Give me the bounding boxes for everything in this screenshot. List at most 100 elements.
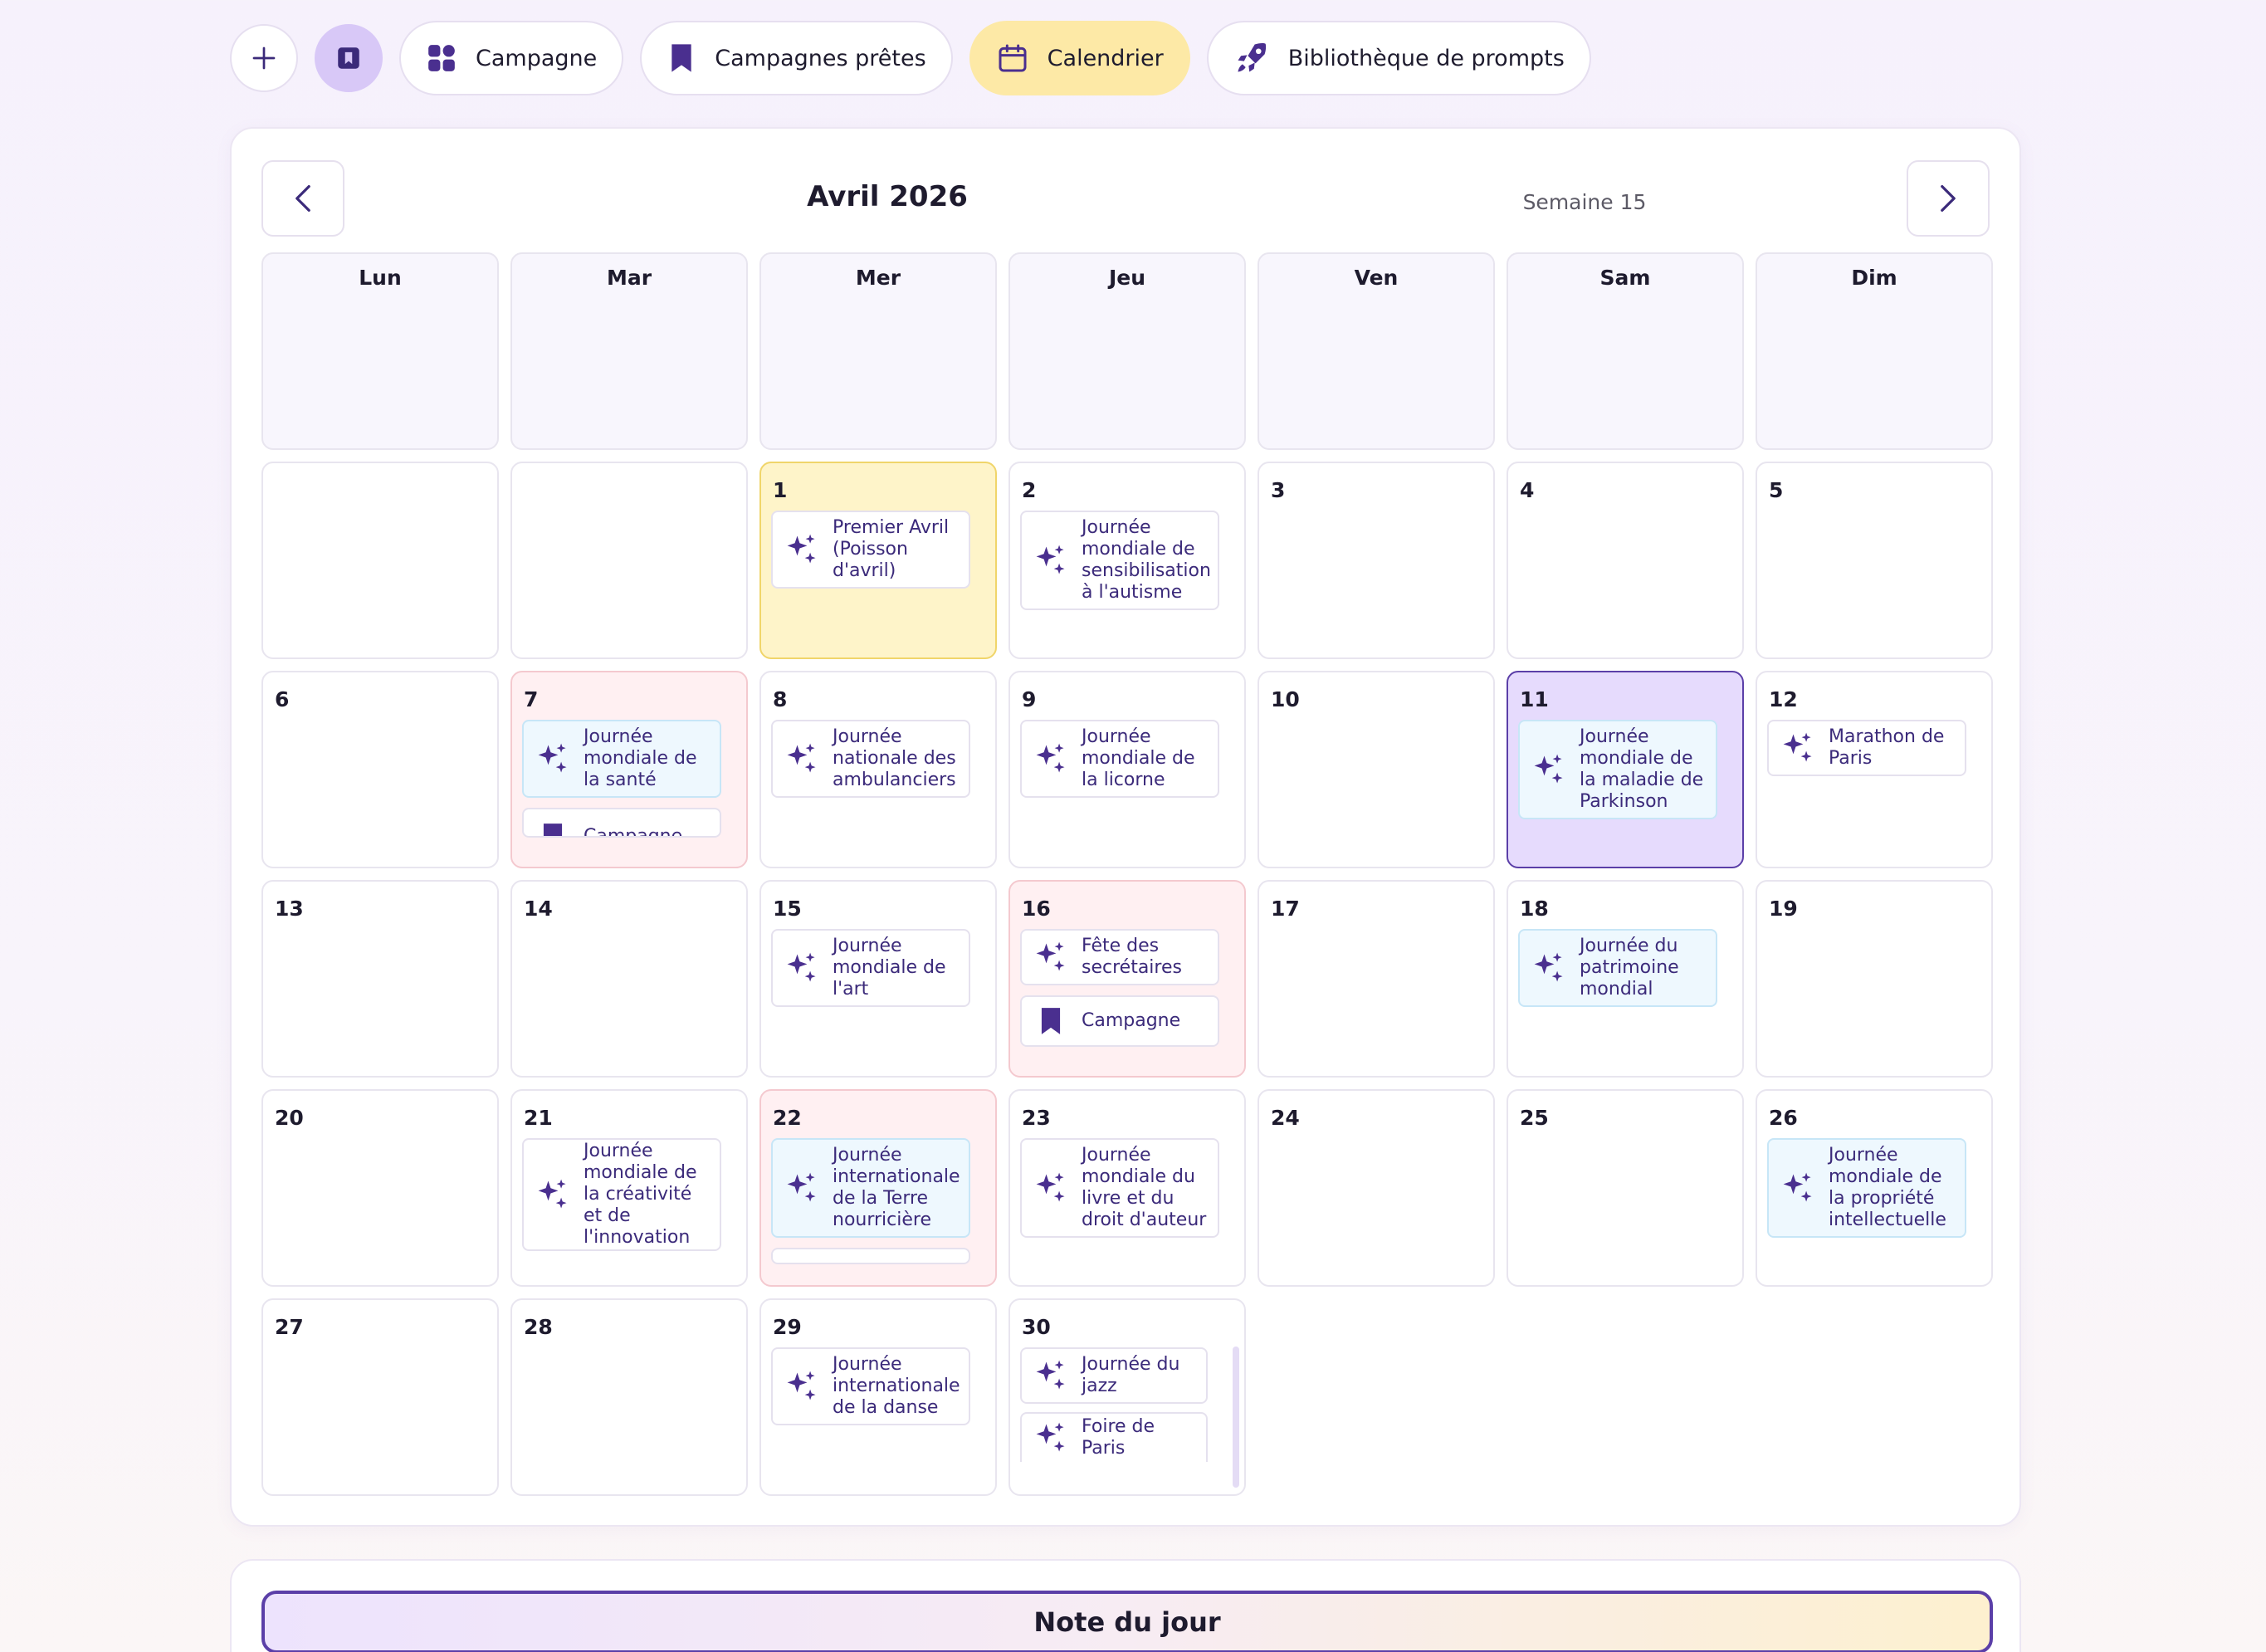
event-item[interactable]: Fête des secrétaires (1020, 929, 1219, 985)
event-label: Journée mondiale de sensibilisation à l'… (1082, 517, 1211, 603)
day-cell-24[interactable]: 24 (1258, 1089, 1495, 1287)
day-cell-7[interactable]: 7 Journée mondiale de la santé Campagne (510, 671, 748, 868)
day-cell-26[interactable]: 26 Journée mondiale de la propriété inte… (1756, 1089, 1993, 1287)
day-cell-25[interactable]: 25 (1507, 1089, 1744, 1287)
day-cell-20[interactable]: 20 (261, 1089, 499, 1287)
day-cell-15[interactable]: 15 Journée mondiale de l'art (759, 880, 997, 1078)
day-cell-6[interactable]: 6 (261, 671, 499, 868)
prompt-library-label: Bibliothèque de prompts (1287, 45, 1565, 71)
sparkles-icon (1032, 740, 1070, 778)
day-number: 14 (524, 897, 553, 921)
day-cell-30[interactable]: 30 Journée du jazz Foire de Paris (1008, 1298, 1246, 1496)
event-item[interactable]: Journée nationale des ambulanciers (771, 720, 970, 798)
campaign-item-hidden[interactable] (771, 1248, 970, 1264)
sparkles-icon (783, 530, 821, 569)
day-cell-12[interactable]: 12 Marathon de Paris (1756, 671, 1993, 868)
ready-campaigns-button[interactable]: Campagnes prêtes (640, 21, 953, 95)
event-item[interactable]: Journée mondiale de la propriété intelle… (1767, 1138, 1966, 1238)
saved-button[interactable] (315, 24, 383, 92)
event-item[interactable]: Journée mondiale de la santé (522, 720, 721, 798)
chevron-left-icon (295, 184, 310, 213)
calendar-button-label: Calendrier (1047, 45, 1164, 71)
day-cell-27[interactable]: 27 (261, 1298, 499, 1496)
note-title: Note du jour (1033, 1606, 1221, 1638)
day-cell-16[interactable]: 16 Fête des secrétaires Campagne (1008, 880, 1246, 1078)
day-cell-17[interactable]: 17 (1258, 880, 1495, 1078)
day-cell-13[interactable]: 13 (261, 880, 499, 1078)
day-number: 21 (524, 1106, 553, 1130)
day-cell-19[interactable]: 19 (1756, 880, 1993, 1078)
sparkles-icon (534, 1175, 572, 1214)
campaign-label: Campagne (1082, 1010, 1181, 1031)
weekday-label: Dim (1851, 266, 1897, 290)
campaign-item[interactable]: Campagne (522, 808, 721, 838)
day-number: 2 (1022, 478, 1037, 502)
day-cell-4[interactable]: 4 (1507, 462, 1744, 659)
campaign-item[interactable]: Campagne (1020, 995, 1219, 1047)
day-cell-3[interactable]: 3 (1258, 462, 1495, 659)
weekday-header-sat: Sam (1507, 252, 1744, 450)
event-item[interactable]: Journée mondiale de la créativité et de … (522, 1138, 721, 1251)
grid-icon (428, 45, 455, 71)
event-item[interactable]: Journée mondiale de l'art (771, 929, 970, 1007)
event-item[interactable]: Premier Avril (Poisson d'avril) (771, 511, 970, 589)
day-number: 1 (773, 478, 788, 502)
next-month-button[interactable] (1907, 160, 1990, 237)
prompt-library-button[interactable]: Bibliothèque de prompts (1206, 21, 1591, 95)
sparkles-icon (1032, 1419, 1070, 1457)
weekday-label: Mer (855, 266, 901, 290)
day-cell-22[interactable]: 22 Journée internationale de la Terre no… (759, 1089, 997, 1287)
event-item[interactable]: Journée mondiale du livre et du droit d'… (1020, 1138, 1219, 1238)
day-cell-2[interactable]: 2 Journée mondiale de sensibilisation à … (1008, 462, 1246, 659)
campaign-button[interactable]: Campagne (399, 21, 624, 95)
event-item[interactable]: Journée internationale de la danse (771, 1347, 970, 1425)
day-cell-11[interactable]: 11 Journée mondiale de la maladie de Par… (1507, 671, 1744, 868)
calendar-button[interactable]: Calendrier (969, 21, 1190, 95)
event-label: Journée mondiale de la santé (584, 726, 697, 790)
day-cell-9[interactable]: 9 Journée mondiale de la licorne (1008, 671, 1246, 868)
event-item[interactable]: Journée internationale de la Terre nourr… (771, 1138, 970, 1238)
sparkles-icon (783, 740, 821, 778)
chevron-right-icon (1941, 184, 1956, 213)
event-label: Fête des secrétaires (1082, 936, 1182, 978)
day-cell-8[interactable]: 8 Journée nationale des ambulanciers (759, 671, 997, 868)
sparkles-icon (534, 740, 572, 778)
event-item[interactable]: Journée mondiale de sensibilisation à l'… (1020, 511, 1219, 610)
day-number: 10 (1271, 687, 1300, 711)
event-item[interactable]: Foire de Paris (1020, 1412, 1208, 1462)
event-item[interactable]: Marathon de Paris (1767, 720, 1966, 776)
event-label: Journée mondiale de la licorne (1082, 726, 1195, 790)
day-cell-5[interactable]: 5 (1756, 462, 1993, 659)
day-number: 7 (524, 687, 539, 711)
event-item[interactable]: Journée mondiale de la licorne (1020, 720, 1219, 798)
event-label: Journée du jazz (1082, 1354, 1180, 1396)
day-cell-21[interactable]: 21 Journée mondiale de la créativité et … (510, 1089, 748, 1287)
day-number: 29 (773, 1315, 802, 1339)
calendar-card: Avril 2026 Semaine 15 Lun Mar Mer Jeu Ve… (230, 127, 2021, 1527)
day-number: 25 (1520, 1106, 1549, 1130)
day-cell-28[interactable]: 28 (510, 1298, 748, 1496)
day-cell-29[interactable]: 29 Journée internationale de la danse (759, 1298, 997, 1496)
day-scrollbar[interactable] (1233, 1347, 1239, 1488)
day-number: 23 (1022, 1106, 1051, 1130)
day-cell-23[interactable]: 23 Journée mondiale du livre et du droit… (1008, 1089, 1246, 1287)
day-cell-18[interactable]: 18 Journée du patrimoine mondial (1507, 880, 1744, 1078)
day-cell-10[interactable]: 10 (1258, 671, 1495, 868)
add-button[interactable] (230, 24, 298, 92)
bookmark-icon (1032, 1002, 1070, 1040)
top-toolbar: Campagne Campagnes prêtes Calendrier Bib… (230, 21, 1591, 95)
day-number: 6 (275, 687, 290, 711)
event-item[interactable]: Journée du patrimoine mondial (1518, 929, 1717, 1007)
day-number: 9 (1022, 687, 1037, 711)
previous-month-button[interactable] (261, 160, 344, 237)
day-number: 26 (1769, 1106, 1798, 1130)
day-cell-1[interactable]: 1 Premier Avril (Poisson d'avril) (759, 462, 997, 659)
event-item[interactable]: Journée mondiale de la maladie de Parkin… (1518, 720, 1717, 819)
day-number: 13 (275, 897, 304, 921)
weekday-label: Ven (1354, 266, 1399, 290)
note-of-the-day-button[interactable]: Note du jour (261, 1591, 1993, 1652)
day-cell-14[interactable]: 14 (510, 880, 748, 1078)
bookmark-icon (671, 44, 691, 72)
event-item[interactable]: Journée du jazz (1020, 1347, 1208, 1404)
event-label: Journée internationale de la Terre nourr… (833, 1145, 960, 1230)
